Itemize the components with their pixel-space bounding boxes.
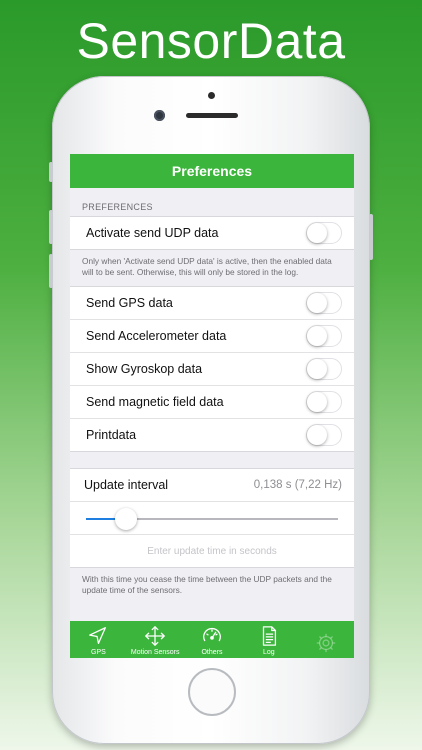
document-icon: [262, 626, 276, 646]
gear-icon: [316, 633, 335, 653]
tab-settings[interactable]: [297, 632, 354, 658]
interval-row: Update interval 0,138 s (7,22 Hz): [70, 469, 354, 502]
switch-knob: [307, 425, 327, 445]
switch-knob: [307, 326, 327, 346]
udp-toggle-label: Activate send UDP data: [86, 226, 219, 240]
navbar-title: Preferences: [171, 163, 253, 179]
promo-headline: SensorData: [76, 13, 346, 69]
earpiece-speaker: [186, 113, 238, 118]
power-button: [369, 214, 373, 260]
udp-group: Activate send UDP data: [70, 216, 354, 250]
tab-gps[interactable]: GPS: [70, 625, 127, 658]
udp-toggle-row[interactable]: Activate send UDP data: [70, 217, 354, 249]
switch-knob: [307, 392, 327, 412]
toggle-row-printdata[interactable]: Printdata: [70, 419, 354, 451]
update-time-input[interactable]: [70, 544, 354, 558]
mute-switch: [49, 162, 53, 182]
toggle-label-gps: Send GPS data: [86, 296, 173, 310]
section-header-preferences: PREFERENCES: [82, 202, 153, 212]
udp-footnote: Only when 'Activate send UDP data' is ac…: [82, 256, 332, 277]
interval-value: 0,138 s (7,22 Hz): [253, 479, 342, 491]
tab-label-gps: GPS: [91, 649, 106, 656]
toggle-switch-printdata[interactable]: [306, 424, 342, 446]
app-screen: Preferences PREFERENCES Activate send UD…: [70, 154, 354, 658]
toggle-row-accelerometer[interactable]: Send Accelerometer data: [70, 320, 354, 353]
toggle-row-gyroscope[interactable]: Show Gyroskop data: [70, 353, 354, 386]
toggle-switch-magnetic[interactable]: [306, 391, 342, 413]
toggle-label-accelerometer: Send Accelerometer data: [86, 329, 227, 343]
tab-bar: GPS Motion Sensors Others Log: [70, 621, 354, 658]
toggle-switch-accelerometer[interactable]: [306, 325, 342, 347]
toggle-label-magnetic: Send magnetic field data: [86, 395, 224, 409]
location-arrow-icon: [89, 627, 107, 644]
toggle-row-gps[interactable]: Send GPS data: [70, 287, 354, 320]
tab-label-others: Others: [201, 649, 223, 656]
front-camera: [154, 110, 165, 121]
volume-down-button: [49, 254, 53, 288]
switch-knob: [307, 223, 327, 243]
toggle-label-printdata: Printdata: [86, 428, 137, 442]
interval-footnote: With this time you cease the time betwee…: [82, 574, 332, 595]
toggle-row-magnetic[interactable]: Send magnetic field data: [70, 386, 354, 419]
home-button[interactable]: [188, 668, 236, 716]
data-toggles-group: Send GPS data Send Accelerometer data Sh…: [70, 286, 354, 452]
slider-thumb[interactable]: [115, 508, 138, 530]
switch-knob: [307, 293, 327, 313]
gauge-icon: [203, 627, 221, 642]
toggle-switch-gyroscope[interactable]: [306, 358, 342, 380]
proximity-sensor: [208, 92, 215, 99]
volume-up-button: [49, 210, 53, 244]
move-arrows-icon: [145, 626, 165, 646]
interval-slider[interactable]: [70, 502, 354, 535]
tab-log[interactable]: Log: [240, 625, 297, 658]
navbar: Preferences: [70, 154, 354, 188]
tab-others[interactable]: Others: [184, 625, 241, 658]
interval-label: Update interval: [84, 478, 169, 492]
interval-group: Update interval 0,138 s (7,22 Hz): [70, 468, 354, 568]
tab-motion-sensors[interactable]: Motion Sensors: [127, 625, 184, 658]
toggle-label-gyroscope: Show Gyroskop data: [86, 362, 203, 376]
switch-knob: [307, 359, 327, 379]
tab-label-motion-sensors: Motion Sensors: [130, 649, 180, 656]
toggle-switch-gps[interactable]: [306, 292, 342, 314]
udp-toggle-switch[interactable]: [306, 222, 342, 244]
interval-input-row: [70, 535, 354, 567]
tab-label-log: Log: [262, 649, 275, 656]
